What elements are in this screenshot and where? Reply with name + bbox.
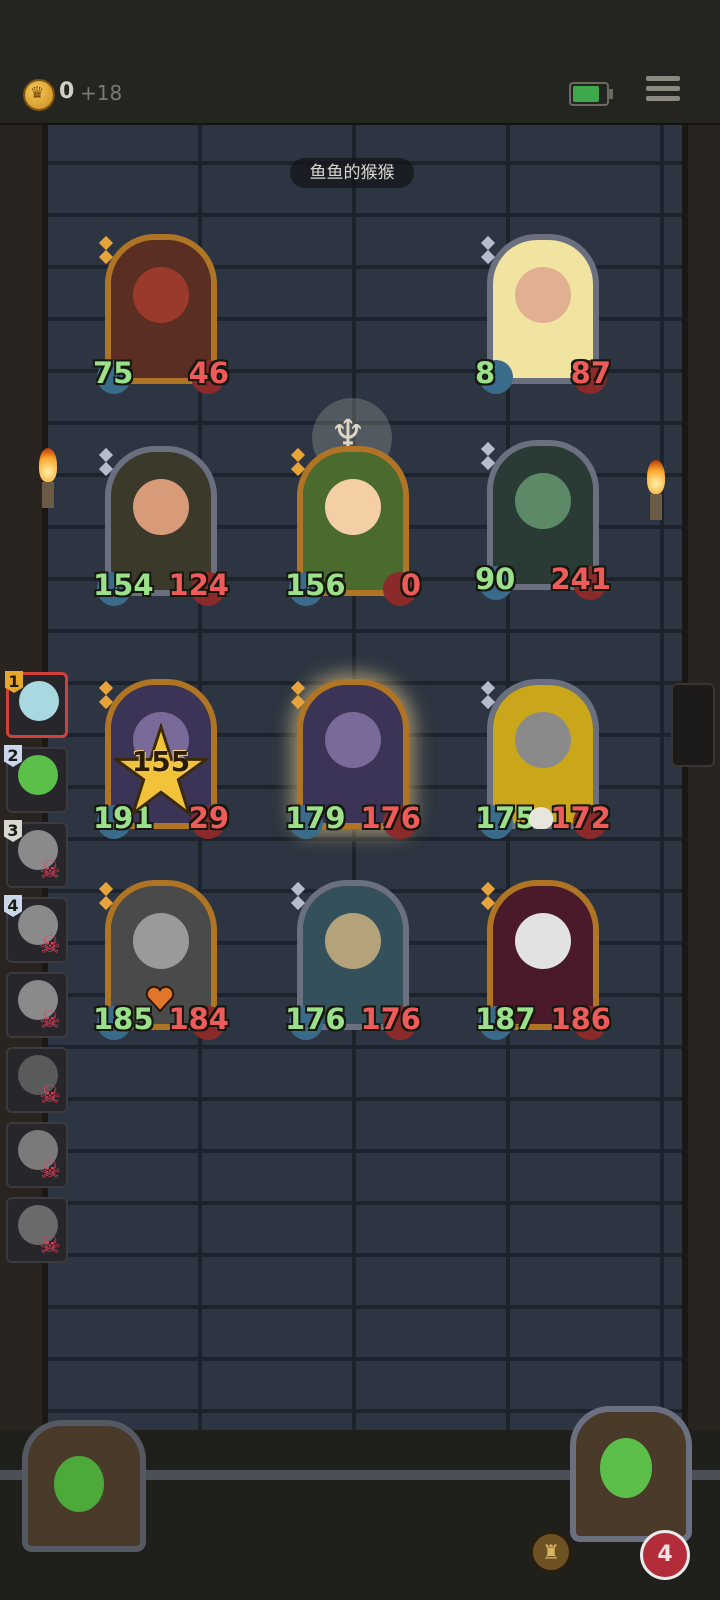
skull-icon bbox=[529, 807, 553, 829]
player-hero-portrait[interactable] bbox=[570, 1406, 692, 1542]
side-door bbox=[671, 683, 715, 767]
health-value: 0 bbox=[400, 568, 421, 602]
health-value: 172 bbox=[550, 801, 611, 835]
health-value: 176 bbox=[360, 1002, 421, 1036]
attack-value: 176 bbox=[285, 1002, 346, 1036]
lives-badge: 4 bbox=[640, 1530, 690, 1580]
unit-card-beast[interactable]: 90 241 bbox=[475, 440, 611, 600]
unit-card-knight-star[interactable]: 191 29 155 bbox=[93, 679, 229, 839]
attack-value: 90 bbox=[475, 562, 516, 596]
unit-card-clown[interactable]: 187 186 bbox=[475, 880, 611, 1040]
unit-face bbox=[325, 913, 381, 970]
star-value: 155 bbox=[131, 745, 191, 778]
player-roster: 1 2 3 ☠ 4 ☠ ☠ ☠ ☠ ☠ bbox=[0, 671, 72, 1272]
gold-amount: 0 bbox=[59, 79, 75, 104]
unit-card-robot-lightning[interactable]: 175 172 bbox=[475, 679, 611, 839]
unit-card-dragon[interactable]: 75 46 bbox=[93, 234, 229, 394]
unit-card-knight[interactable]: 179 176 bbox=[285, 679, 421, 839]
hero-face bbox=[54, 1456, 104, 1512]
unit-card-werewolf[interactable]: 176 176 bbox=[285, 880, 421, 1040]
opponent-hero-portrait[interactable] bbox=[22, 1420, 146, 1552]
roster-slot[interactable]: ☠ bbox=[6, 1122, 68, 1188]
skull-crossbones-icon: ☠ bbox=[39, 1081, 61, 1109]
unit-face bbox=[133, 479, 189, 536]
unit-card-leaf-girl[interactable]: 156 0 bbox=[285, 446, 421, 606]
gold-coin-icon bbox=[23, 79, 55, 111]
unit-face bbox=[133, 267, 189, 324]
hero-face bbox=[600, 1438, 652, 1498]
torch-left-icon bbox=[34, 448, 62, 508]
top-bar: 0 +18 bbox=[0, 0, 720, 126]
heart-icon bbox=[145, 985, 175, 1013]
roster-slot[interactable]: 1 bbox=[5, 671, 68, 738]
unit-face bbox=[515, 712, 571, 769]
health-value: 186 bbox=[550, 1002, 611, 1036]
unit-face bbox=[515, 913, 571, 970]
health-value: 124 bbox=[168, 568, 229, 602]
unit-face bbox=[515, 267, 571, 324]
attack-value: 75 bbox=[93, 356, 134, 390]
battery-icon bbox=[569, 82, 613, 106]
bell-icon[interactable]: ♜ bbox=[530, 1531, 572, 1573]
opponent-name: 鱼鱼的猴猴 bbox=[290, 158, 414, 188]
rank-badge: 4 bbox=[4, 895, 22, 917]
attack-value: 8 bbox=[475, 356, 496, 390]
roster-slot[interactable]: ☠ bbox=[6, 1047, 68, 1113]
unit-face bbox=[325, 712, 381, 769]
health-value: 87 bbox=[570, 356, 611, 390]
attack-value: 179 bbox=[285, 801, 346, 835]
skull-crossbones-icon: ☠ bbox=[39, 1231, 61, 1259]
unit-card-robot-heart[interactable]: 185 184 bbox=[93, 880, 229, 1040]
rank-badge: 3 bbox=[4, 820, 22, 842]
roster-slot[interactable]: 2 bbox=[4, 745, 68, 813]
roster-slot[interactable]: ☠ bbox=[6, 972, 68, 1038]
roster-slot[interactable]: 3 ☠ bbox=[4, 820, 68, 888]
health-value: 184 bbox=[168, 1002, 229, 1036]
rank-badge: 1 bbox=[5, 671, 23, 693]
skull-crossbones-icon: ☠ bbox=[39, 1156, 61, 1184]
roster-face bbox=[19, 681, 59, 721]
unit-card-brute[interactable]: 154 124 bbox=[93, 446, 229, 606]
roster-slot[interactable]: 4 ☠ bbox=[4, 895, 68, 963]
roster-face bbox=[18, 755, 58, 795]
skull-crossbones-icon: ☠ bbox=[39, 1006, 61, 1034]
attack-value: 175 bbox=[475, 801, 536, 835]
torch-right-icon bbox=[642, 460, 670, 520]
skull-crossbones-icon: ☠ bbox=[39, 856, 61, 884]
roster-slot[interactable]: ☠ bbox=[6, 1197, 68, 1263]
menu-button[interactable] bbox=[646, 76, 680, 106]
unit-face bbox=[133, 913, 189, 970]
attack-value: 154 bbox=[93, 568, 154, 602]
unit-face bbox=[325, 479, 381, 536]
unit-face bbox=[515, 473, 571, 530]
health-value: 46 bbox=[188, 356, 229, 390]
rank-badge: 2 bbox=[4, 745, 22, 767]
health-value: 241 bbox=[550, 562, 611, 596]
attack-value: 156 bbox=[285, 568, 346, 602]
health-value: 176 bbox=[360, 801, 421, 835]
gold-income: +18 bbox=[80, 81, 123, 105]
skull-crossbones-icon: ☠ bbox=[39, 931, 61, 959]
unit-card-dwarf[interactable]: 8 87 bbox=[475, 234, 611, 394]
attack-value: 187 bbox=[475, 1002, 536, 1036]
